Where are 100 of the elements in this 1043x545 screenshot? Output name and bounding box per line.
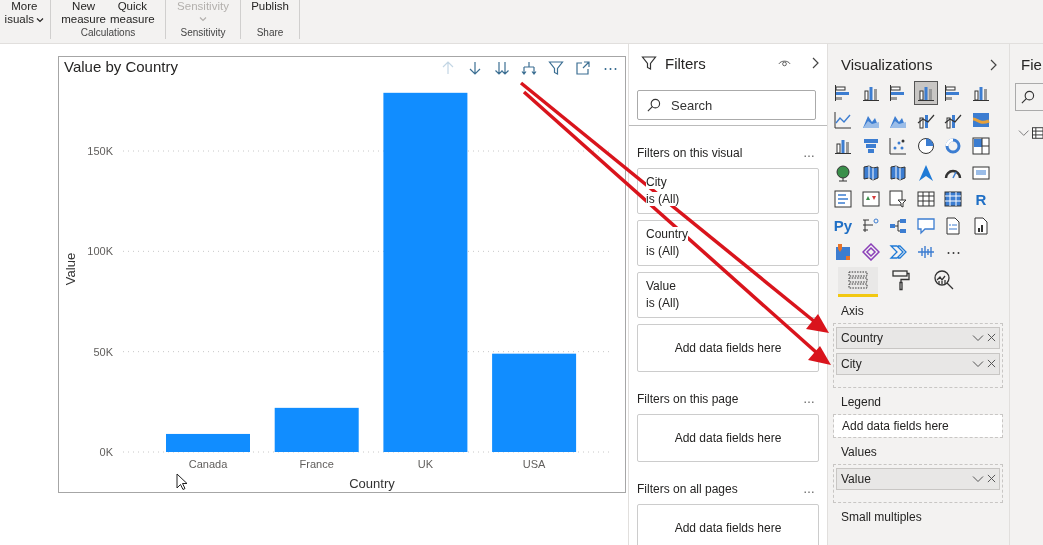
visual-type-button[interactable]: Py bbox=[831, 213, 855, 238]
map-icon bbox=[861, 163, 880, 182]
document-icon bbox=[944, 216, 963, 235]
kpi-icon bbox=[861, 190, 880, 208]
search-field[interactable] bbox=[1015, 83, 1043, 111]
filter-card[interactable]: Country is (All) bbox=[637, 220, 819, 266]
bar[interactable] bbox=[274, 407, 359, 452]
more-options-button[interactable]: … bbox=[799, 392, 819, 406]
pane-title: Visualizations bbox=[841, 56, 933, 73]
more-options-button[interactable]: … bbox=[799, 146, 819, 160]
group-label: Calculations bbox=[80, 27, 136, 39]
slicer-icon bbox=[889, 190, 908, 208]
y-tick-label: 50K bbox=[93, 345, 113, 358]
field-well[interactable]: Country City bbox=[833, 322, 1003, 388]
visual-type-button[interactable]: ⋯ bbox=[941, 240, 966, 264]
filter-condition: is (All) bbox=[646, 244, 680, 258]
column-chart-icon bbox=[834, 137, 852, 155]
chart-visual[interactable]: Value by Country ⋯ Value 150K 100K 50K 0K Canada France UK USA Country bbox=[58, 56, 626, 493]
report-icon bbox=[971, 216, 990, 235]
filter-icon bbox=[548, 60, 564, 76]
pie-chart-icon bbox=[916, 137, 935, 155]
well-title: Axis bbox=[841, 303, 865, 318]
y-tick-label: 100K bbox=[87, 245, 113, 258]
line-chart-icon bbox=[834, 110, 852, 129]
collapse-chevron-icon[interactable] bbox=[811, 56, 819, 70]
field-name: Country bbox=[841, 330, 885, 345]
paint-roller-icon bbox=[890, 269, 912, 291]
list-icon bbox=[834, 190, 852, 208]
arrow-up-icon bbox=[440, 60, 456, 76]
visual-type-button[interactable]: R bbox=[968, 187, 993, 211]
y-axis-title: Value bbox=[63, 252, 78, 286]
field-well[interactable]: Value bbox=[833, 463, 1003, 503]
donut-chart-icon bbox=[944, 137, 963, 155]
y-tick-label: 150K bbox=[87, 145, 113, 157]
field-chip[interactable]: Value bbox=[836, 467, 1000, 490]
drop-zone[interactable]: Add data fields here bbox=[834, 414, 1002, 437]
drop-zone[interactable]: Add data fields here bbox=[637, 414, 819, 462]
bar-chart-icon bbox=[834, 84, 852, 102]
dashed-rows-icon bbox=[847, 269, 869, 291]
x-tick-label: USA bbox=[522, 458, 546, 470]
drop-zone[interactable]: Add data fields here bbox=[637, 324, 819, 372]
search-field[interactable]: Search bbox=[637, 90, 816, 120]
field-chip[interactable]: Country bbox=[836, 326, 1000, 349]
ribbon-button[interactable]: More isuals bbox=[4, 0, 44, 26]
magnifier-chart-icon bbox=[933, 269, 955, 291]
close-icon[interactable] bbox=[987, 474, 996, 483]
column-chart-icon bbox=[971, 84, 990, 102]
filter-name: Country bbox=[646, 227, 689, 241]
chevrons-icon bbox=[889, 243, 908, 261]
speech-bubble-icon bbox=[916, 216, 935, 235]
toolbar-button[interactable] bbox=[545, 58, 567, 78]
ribbon-button[interactable]: Quick measure bbox=[110, 0, 155, 26]
section-title: Filters on this visual bbox=[637, 146, 743, 160]
map-pin-icon bbox=[834, 243, 852, 261]
column-chart-icon bbox=[861, 84, 880, 102]
filter-name: City bbox=[646, 175, 667, 189]
group-label: Share bbox=[256, 27, 284, 39]
bar[interactable] bbox=[166, 433, 250, 452]
visual-title: Value by Country bbox=[64, 58, 178, 75]
column-chart-icon bbox=[916, 84, 935, 102]
ribbon-chart-icon bbox=[971, 110, 990, 129]
treemap-icon bbox=[971, 137, 990, 155]
chevron-down-icon[interactable] bbox=[1018, 129, 1030, 137]
waveform-icon bbox=[916, 243, 935, 261]
filter-card[interactable]: City is (All) bbox=[637, 168, 819, 214]
well-title: Legend bbox=[841, 394, 883, 409]
ribbon-button[interactable]: New measure bbox=[61, 0, 106, 26]
well-title: Small multiples bbox=[841, 509, 923, 524]
y-tick-label: 0K bbox=[99, 446, 113, 458]
collapse-chevron-icon[interactable] bbox=[989, 57, 997, 72]
section-title: Filters on all pages bbox=[637, 482, 738, 496]
more-options-button[interactable]: … bbox=[799, 482, 819, 496]
close-icon[interactable] bbox=[987, 359, 996, 368]
pane-title: Filters bbox=[665, 54, 707, 72]
filter-condition: is (All) bbox=[646, 296, 680, 310]
matrix-icon bbox=[944, 190, 963, 208]
arrow-down-icon bbox=[467, 60, 483, 76]
x-tick-label: Canada bbox=[188, 458, 228, 470]
focus-mode-icon bbox=[575, 60, 591, 76]
eye-icon[interactable] bbox=[778, 58, 791, 68]
x-tick-label: UK bbox=[417, 458, 434, 470]
map-icon bbox=[889, 163, 908, 182]
section-title: Filters on this page bbox=[637, 392, 739, 406]
field-name: City bbox=[841, 356, 863, 371]
pane-title: Fie bbox=[1021, 56, 1043, 73]
well-title: Values bbox=[841, 444, 878, 459]
close-icon[interactable] bbox=[987, 333, 996, 342]
hierarchy-arrow-icon bbox=[521, 60, 537, 76]
globe-icon bbox=[834, 163, 852, 182]
filter-icon bbox=[641, 55, 657, 71]
visual-type-button[interactable] bbox=[913, 81, 938, 105]
diamond-icon bbox=[861, 243, 880, 261]
more-options-button[interactable]: ⋯ bbox=[599, 58, 621, 78]
ribbon-button[interactable]: Publish bbox=[251, 0, 289, 13]
field-chip[interactable]: City bbox=[836, 352, 1000, 375]
drop-zone[interactable]: Add data fields here bbox=[637, 504, 819, 545]
filter-name: Value bbox=[646, 279, 676, 293]
filter-card[interactable]: Value is (All) bbox=[637, 272, 819, 318]
navigation-arrow-icon bbox=[916, 163, 935, 182]
hierarchy-icon bbox=[889, 216, 908, 235]
